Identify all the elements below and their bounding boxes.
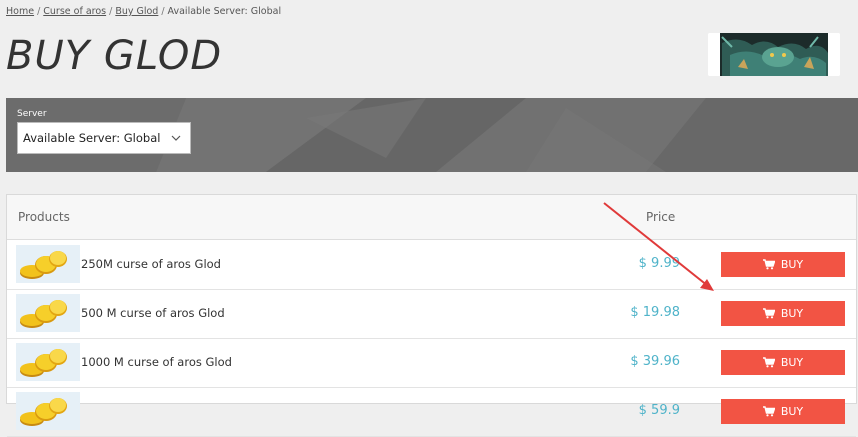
product-name[interactable]: 250M curse of aros Glod <box>81 257 221 271</box>
buy-button-label: BUY <box>780 356 804 369</box>
dragon-banner-image <box>708 33 840 76</box>
buy-button-label: BUY <box>780 258 804 271</box>
gold-coins-icon <box>16 294 80 332</box>
product-name[interactable]: 500 M curse of aros Glod <box>81 306 225 320</box>
column-header-price: Price <box>646 210 676 224</box>
product-price: $ 19.98 <box>630 305 680 320</box>
breadcrumb-separator: / <box>109 6 113 17</box>
product-name[interactable]: 1000 M curse of aros Glod <box>81 355 232 369</box>
buy-button[interactable]: BUY <box>721 350 845 375</box>
product-price: $ 9.99 <box>638 256 680 271</box>
cart-icon <box>762 308 775 319</box>
chevron-down-icon <box>171 135 181 141</box>
page-title: BUY GLOD <box>6 33 223 79</box>
breadcrumb-home[interactable]: Home <box>6 6 34 17</box>
product-price: $ 39.96 <box>630 354 680 369</box>
breadcrumb-separator: / <box>161 6 165 17</box>
table-row: 1000 M curse of aros Glod $ 39.96 BUY <box>7 338 856 388</box>
breadcrumb: Home / Curse of aros / Buy Glod / Available Se… <box>6 6 281 17</box>
buy-button[interactable]: BUY <box>721 252 845 277</box>
breadcrumb-game[interactable]: Curse of aros <box>43 6 106 17</box>
table-row: 250M curse of aros Glod $ 9.99 BUY <box>7 240 856 290</box>
buy-button-label: BUY <box>780 307 804 320</box>
table-header: Products Price <box>7 195 856 240</box>
breadcrumb-category[interactable]: Buy Glod <box>115 6 158 17</box>
buy-button[interactable]: BUY <box>721 301 845 326</box>
server-selector-band: Server Available Server: Global <box>6 98 858 172</box>
table-row: $ 59.9 BUY <box>7 387 856 437</box>
column-header-products: Products <box>18 210 70 224</box>
gold-coins-icon <box>16 392 80 430</box>
gold-coins-icon <box>16 343 80 381</box>
server-select[interactable]: Available Server: Global <box>17 122 191 154</box>
cart-icon <box>762 259 775 270</box>
breadcrumb-separator: / <box>37 6 41 17</box>
buy-button-label: BUY <box>780 405 804 418</box>
product-price: $ 59.9 <box>638 403 680 418</box>
gold-coins-icon <box>16 245 80 283</box>
cart-icon <box>762 406 775 417</box>
server-label: Server <box>17 109 47 119</box>
breadcrumb-current: Available Server: Global <box>167 6 282 17</box>
products-table: Products Price 250M curse of aros Glod $… <box>6 194 857 437</box>
server-select-value: Available Server: Global <box>23 131 161 145</box>
buy-button[interactable]: BUY <box>721 399 845 424</box>
cart-icon <box>762 357 775 368</box>
table-row: 500 M curse of aros Glod $ 19.98 BUY <box>7 289 856 339</box>
